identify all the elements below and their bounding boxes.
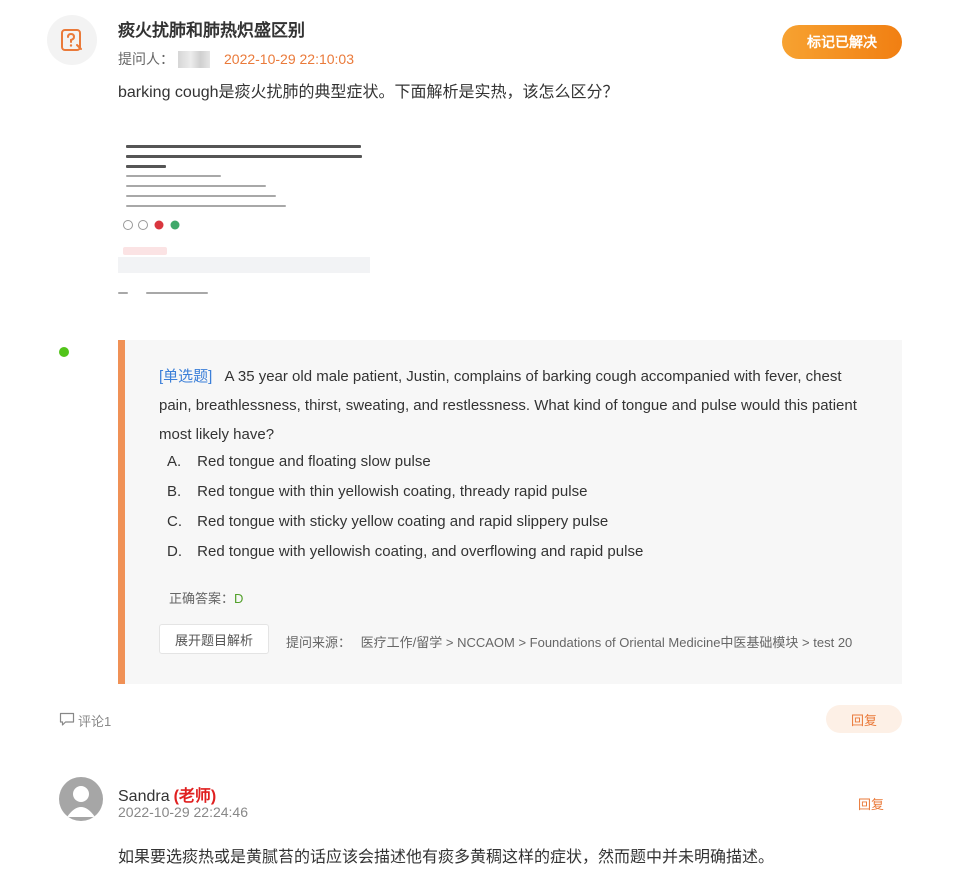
option-text: Red tongue with sticky yellow coating an… [197, 513, 609, 530]
comment-text: 如果要选痰热或是黄腻苔的话应该会描述他有痰多黄稠这样的症状，然而题中并未明确描述… [118, 849, 775, 866]
source-path[interactable]: 医疗工作/留学 > NCCAOM > Foundations of Orient… [361, 635, 853, 650]
question-time: 2022-10-29 22:10:03 [224, 51, 354, 67]
comment-count-label: 评论1 [78, 714, 112, 729]
option-d: D. Red tongue with yellowish coating, an… [167, 543, 643, 560]
avatar [59, 777, 103, 821]
status-dot [59, 347, 69, 357]
commenter-role: (老师) [173, 788, 217, 805]
question-icon [47, 15, 97, 65]
question-type-tag: [单选题] [159, 368, 213, 385]
question-card: [单选题] A 35 year old male patient, Justin… [118, 340, 902, 684]
option-b: B. Red tongue with thin yellowish coatin… [167, 483, 587, 500]
mark-resolved-button[interactable]: 标记已解决 [782, 25, 902, 59]
commenter-name: Sandra [118, 788, 170, 805]
option-letter: A. [167, 453, 182, 470]
option-letter: D. [167, 543, 182, 560]
option-text: Red tongue and floating slow pulse [197, 453, 431, 470]
answer-label: 正确答案： [169, 591, 235, 606]
question-text: barking cough是痰火扰肺的典型症状。下面解析是实热，该怎么区分？ [118, 84, 619, 101]
answer-value: D [234, 591, 244, 606]
comment-time: 2022-10-29 22:24:46 [118, 804, 248, 820]
option-text: Red tongue with yellowish coating, and o… [197, 543, 644, 560]
expand-analysis-button[interactable]: 展开题目解析 [159, 624, 269, 654]
comment-reply-link[interactable]: 回复 [858, 794, 884, 813]
comment-icon [59, 712, 75, 729]
asker-info: 提问人： 2022-10-29 22:10:03 [118, 49, 354, 69]
option-text: Red tongue with thin yellowish coating, … [197, 483, 588, 500]
attached-screenshot[interactable] [118, 133, 378, 303]
question-stem: [单选题] A 35 year old male patient, Justin… [159, 362, 874, 449]
asker-name-blurred [178, 50, 210, 68]
question-source: 提问来源： 医疗工作/留学 > NCCAOM > Foundations of … [286, 632, 852, 651]
comment-count[interactable]: 评论1 [59, 711, 111, 730]
asker-label: 提问人： [118, 51, 174, 67]
option-letter: B. [167, 483, 182, 500]
reply-button[interactable]: 回复 [826, 705, 902, 733]
option-c: C. Red tongue with sticky yellow coating… [167, 513, 608, 530]
question-title: 痰火扰肺和肺热炽盛区别 [118, 21, 305, 40]
source-label: 提问来源： [286, 635, 352, 650]
commenter: Sandra (老师) [118, 782, 216, 806]
correct-answer: 正确答案：D [169, 588, 243, 607]
option-letter: C. [167, 513, 182, 530]
option-a: A. Red tongue and floating slow pulse [167, 453, 431, 470]
question-stem-text: A 35 year old male patient, Justin, comp… [159, 368, 857, 443]
